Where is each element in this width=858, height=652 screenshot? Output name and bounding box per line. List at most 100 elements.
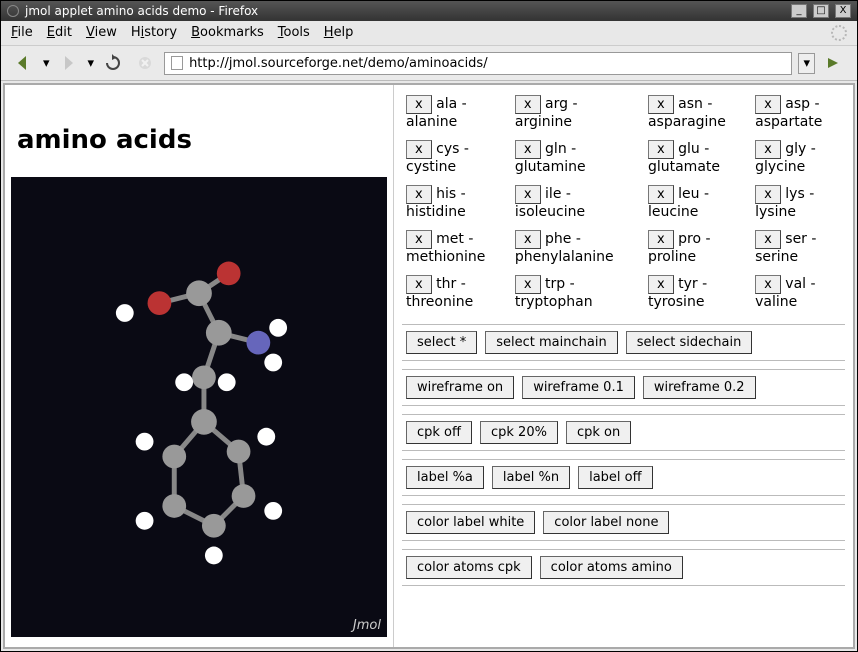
aa-name-ser: serine (755, 249, 798, 265)
aa-name-glu: glutamate (648, 159, 720, 175)
aa-button-val[interactable]: x (755, 275, 781, 294)
cmd-color-label-none[interactable]: color label none (543, 511, 669, 534)
cmd-color-atoms-cpk[interactable]: color atoms cpk (406, 556, 532, 579)
aa-name-cys: cystine (406, 159, 456, 175)
cmd-color-atoms-amino[interactable]: color atoms amino (540, 556, 683, 579)
cmd-color-label-white[interactable]: color label white (406, 511, 535, 534)
menu-history[interactable]: History (131, 25, 177, 41)
close-button[interactable]: X (835, 4, 851, 18)
aa-name-lys: lysine (755, 204, 796, 220)
aa-cell-met: x met -methionine (402, 226, 511, 271)
aa-button-cys[interactable]: x (406, 140, 432, 159)
back-button[interactable] (11, 51, 37, 75)
forward-dropdown-icon[interactable]: ▾ (88, 56, 95, 71)
menu-view[interactable]: View (86, 25, 117, 41)
aa-button-glu[interactable]: x (648, 140, 674, 159)
aa-name-asp: aspartate (755, 114, 822, 130)
aa-name-gln: glutamine (515, 159, 586, 175)
page-icon (171, 56, 183, 70)
back-dropdown-icon[interactable]: ▾ (43, 56, 50, 71)
menu-help[interactable]: Help (324, 25, 354, 41)
reload-button[interactable] (100, 51, 126, 75)
stop-button[interactable] (132, 51, 158, 75)
aa-button-trp[interactable]: x (515, 275, 541, 294)
cmd-wireframe-0-1[interactable]: wireframe 0.1 (522, 376, 635, 399)
aa-cell-tyr: x tyr -tyrosine (644, 271, 751, 316)
command-group-1: wireframe on wireframe 0.1 wireframe 0.2 (402, 369, 845, 406)
url-dropdown-icon[interactable]: ▾ (798, 53, 815, 74)
molecule-render (11, 177, 387, 637)
aa-cell-gly: x gly -glycine (751, 136, 845, 181)
cmd-cpk-20-[interactable]: cpk 20% (480, 421, 558, 444)
menu-tools[interactable]: Tools (278, 25, 310, 41)
aa-button-tyr[interactable]: x (648, 275, 674, 294)
aa-cell-glu: x glu -glutamate (644, 136, 751, 181)
cmd-cpk-off[interactable]: cpk off (406, 421, 472, 444)
cmd-select-sidechain[interactable]: select sidechain (626, 331, 753, 354)
command-group-3: label %a label %n label off (402, 459, 845, 496)
aa-name-asn: asparagine (648, 114, 726, 130)
url-bar[interactable]: http://jmol.sourceforge.net/demo/aminoac… (164, 52, 792, 75)
amino-acid-grid: x ala -alaninex arg -argininex asn -aspa… (402, 91, 845, 316)
jmol-viewer[interactable]: Jmol (11, 177, 387, 637)
aa-button-ser[interactable]: x (755, 230, 781, 249)
aa-cell-arg: x arg -arginine (511, 91, 644, 136)
aa-name-trp: tryptophan (515, 294, 593, 310)
command-group-0: select * select mainchain select sidechain (402, 324, 845, 361)
go-button[interactable] (821, 51, 847, 75)
aa-button-pro[interactable]: x (648, 230, 674, 249)
aa-cell-his: x his -histidine (402, 181, 511, 226)
aa-name-leu: leucine (648, 204, 698, 220)
aa-cell-trp: x trp -tryptophan (511, 271, 644, 316)
menu-file[interactable]: File (11, 25, 33, 41)
app-icon (7, 5, 19, 17)
minimize-button[interactable]: _ (791, 4, 807, 18)
aa-button-thr[interactable]: x (406, 275, 432, 294)
url-text: http://jmol.sourceforge.net/demo/aminoac… (189, 56, 488, 71)
aa-name-pro: proline (648, 249, 696, 265)
aa-cell-leu: x leu -leucine (644, 181, 751, 226)
aa-name-val: valine (755, 294, 797, 310)
command-group-5: color atoms cpk color atoms amino (402, 549, 845, 586)
aa-name-arg: arginine (515, 114, 572, 130)
aa-button-phe[interactable]: x (515, 230, 541, 249)
cmd-wireframe-0-2[interactable]: wireframe 0.2 (643, 376, 756, 399)
cmd-wireframe-on[interactable]: wireframe on (406, 376, 514, 399)
page-content: amino acids (3, 83, 855, 649)
cmd-label-a[interactable]: label %a (406, 466, 484, 489)
aa-button-lys[interactable]: x (755, 185, 781, 204)
aa-button-arg[interactable]: x (515, 95, 541, 114)
aa-cell-lys: x lys -lysine (751, 181, 845, 226)
aa-cell-cys: x cys -cystine (402, 136, 511, 181)
menu-bookmarks[interactable]: Bookmarks (191, 25, 264, 41)
aa-name-met: methionine (406, 249, 485, 265)
cmd-label-off[interactable]: label off (578, 466, 652, 489)
aa-cell-ala: x ala -alanine (402, 91, 511, 136)
aa-name-gly: glycine (755, 159, 805, 175)
menu-edit[interactable]: Edit (47, 25, 72, 41)
aa-cell-phe: x phe -phenylalanine (511, 226, 644, 271)
cmd-cpk-on[interactable]: cpk on (566, 421, 631, 444)
throbber-icon (831, 25, 847, 41)
aa-name-ala: alanine (406, 114, 457, 130)
aa-button-his[interactable]: x (406, 185, 432, 204)
aa-name-phe: phenylalanine (515, 249, 614, 265)
page-title: amino acids (17, 125, 387, 155)
aa-cell-ile: x ile -isoleucine (511, 181, 644, 226)
aa-button-gln[interactable]: x (515, 140, 541, 159)
aa-button-asn[interactable]: x (648, 95, 674, 114)
aa-button-gly[interactable]: x (755, 140, 781, 159)
cmd-select-[interactable]: select * (406, 331, 477, 354)
maximize-button[interactable]: □ (813, 4, 829, 18)
aa-name-his: histidine (406, 204, 466, 220)
cmd-label-n[interactable]: label %n (492, 466, 570, 489)
command-group-4: color label white color label none (402, 504, 845, 541)
forward-button[interactable] (56, 51, 82, 75)
aa-button-met[interactable]: x (406, 230, 432, 249)
cmd-select-mainchain[interactable]: select mainchain (485, 331, 617, 354)
aa-button-ile[interactable]: x (515, 185, 541, 204)
aa-button-ala[interactable]: x (406, 95, 432, 114)
aa-button-leu[interactable]: x (648, 185, 674, 204)
aa-cell-val: x val -valine (751, 271, 845, 316)
aa-button-asp[interactable]: x (755, 95, 781, 114)
